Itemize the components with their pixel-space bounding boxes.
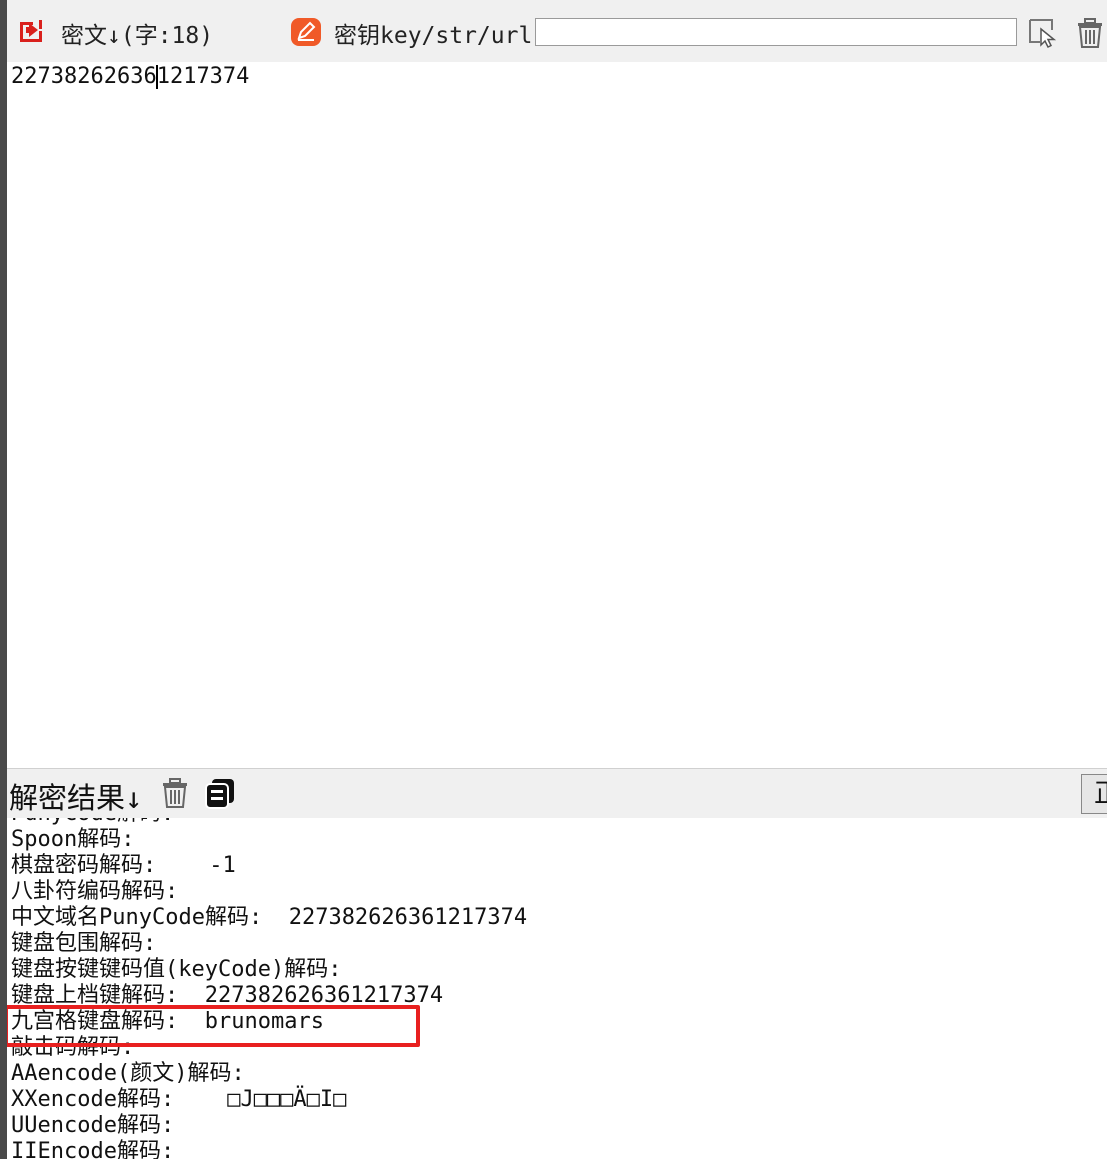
result-line-value: 227382626361217374 — [262, 905, 528, 930]
result-line-label: AAencode(颜文)解码: — [11, 1061, 245, 1086]
result-output[interactable]: PunyCode解码:Spoon解码:棋盘密码解码: -1八卦符编码解码:中文域… — [7, 818, 1107, 1159]
trash-icon[interactable] — [161, 777, 189, 809]
side-button[interactable]: 正 — [1081, 774, 1107, 814]
result-line: 键盘包围解码: — [11, 931, 527, 957]
result-line-label: 中文域名PunyCode解码: — [11, 905, 263, 930]
trash-icon[interactable] — [1075, 17, 1105, 49]
select-cursor-icon[interactable] — [1027, 17, 1059, 49]
result-line: 棋盘密码解码: -1 — [11, 853, 527, 879]
result-title: 解密结果↓ — [9, 781, 143, 815]
edit-pencil-icon[interactable] — [290, 17, 322, 47]
result-lines: PunyCode解码:Spoon解码:棋盘密码解码: -1八卦符编码解码:中文域… — [11, 818, 527, 1159]
result-line-value: -1 — [156, 853, 236, 878]
cipher-text-editor[interactable]: 227382626361217374 — [7, 62, 1107, 768]
result-line-label: IIEncode解码: — [11, 1139, 175, 1159]
result-line: AAencode(颜文)解码: — [11, 1061, 527, 1087]
top-toolbar: 密文↓(字:18) 密钥key/str/url: — [7, 0, 1107, 63]
cipher-text: 227382626361217374 — [11, 64, 250, 89]
result-line: 中文域名PunyCode解码: 227382626361217374 — [11, 905, 527, 931]
highlight-box — [7, 1005, 420, 1047]
result-line: UUencode解码: — [11, 1113, 527, 1139]
result-line: 八卦符编码解码: — [11, 879, 527, 905]
result-line: Spoon解码: — [11, 827, 527, 853]
result-line-label: 键盘按键键码值(keyCode)解码: — [11, 957, 342, 982]
copy-icon[interactable] — [204, 777, 236, 809]
result-line-label: XXencode解码: — [11, 1087, 175, 1112]
result-line-label: UUencode解码: — [11, 1113, 175, 1138]
cipher-label: 密文↓(字:18) — [61, 23, 214, 49]
import-arrow-icon[interactable] — [17, 17, 45, 45]
result-line-label: 键盘包围解码: — [11, 931, 157, 956]
result-toolbar: 解密结果↓ 正 — [7, 768, 1107, 820]
result-line-label: Spoon解码: — [11, 827, 135, 852]
result-line-label: 棋盘密码解码: — [11, 853, 157, 878]
result-line-label: PunyCode解码: — [11, 818, 174, 826]
key-input[interactable] — [535, 18, 1017, 46]
result-line: XXencode解码: □J□□□Ä□I□ — [11, 1087, 527, 1113]
result-line-value: □J□□□Ä□I□ — [174, 1087, 347, 1112]
result-line: IIEncode解码: — [11, 1139, 527, 1159]
window-left-border — [0, 0, 7, 1159]
key-label: 密钥key/str/url: — [334, 23, 547, 49]
result-line: 键盘按键键码值(keyCode)解码: — [11, 957, 527, 983]
result-line: PunyCode解码: — [11, 818, 527, 827]
result-line-label: 八卦符编码解码: — [11, 879, 179, 904]
